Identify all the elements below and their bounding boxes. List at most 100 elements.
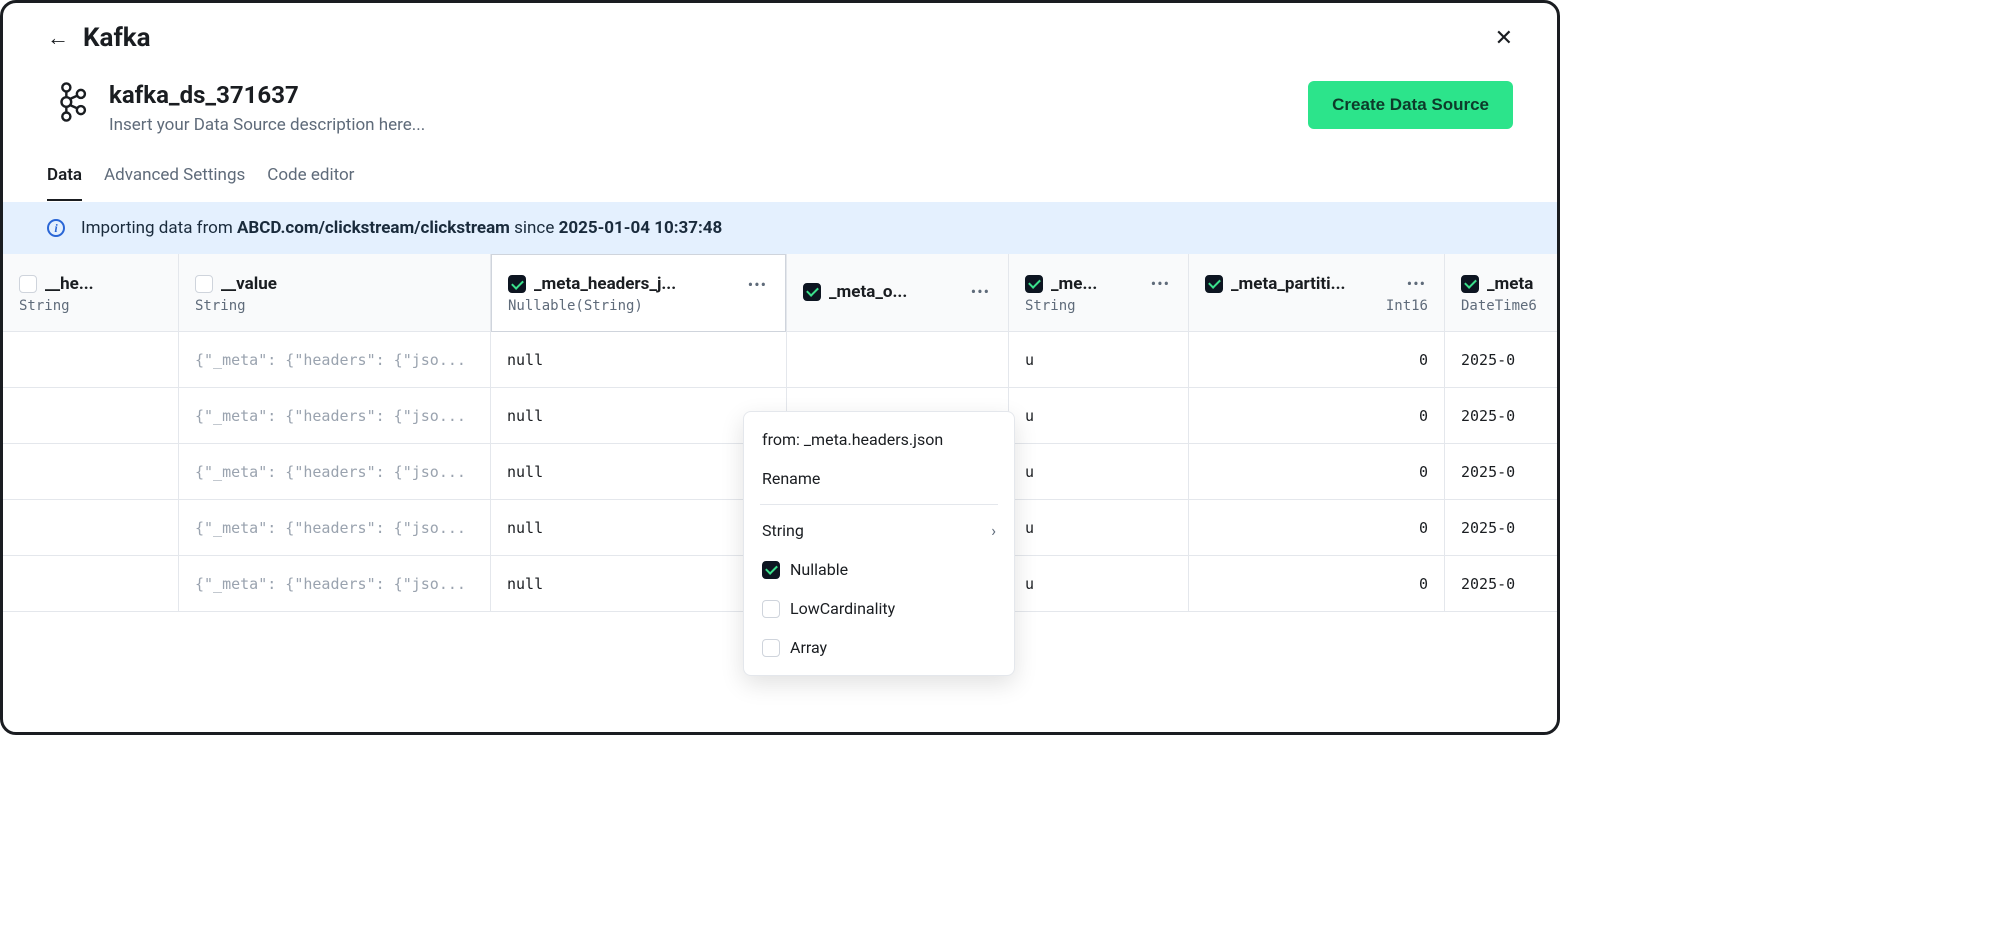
table-cell: 0 bbox=[1189, 388, 1444, 444]
column-header[interactable]: _meta_o... ••• bbox=[787, 254, 1008, 332]
table-cell bbox=[3, 444, 178, 500]
menu-lowcardinality-label: LowCardinality bbox=[790, 599, 895, 618]
column-name: __value bbox=[221, 274, 277, 294]
table-cell: null bbox=[491, 444, 786, 500]
column-header[interactable]: _me... ••• String bbox=[1009, 254, 1188, 332]
table-cell: 2025-0 bbox=[1445, 444, 1557, 500]
topbar: ← Kafka ✕ bbox=[3, 3, 1557, 53]
table-cell: 0 bbox=[1189, 556, 1444, 612]
menu-checkbox-nullable[interactable] bbox=[762, 561, 780, 579]
column-name: _me... bbox=[1051, 274, 1097, 294]
table-cell: null bbox=[491, 500, 786, 556]
table-cell: u bbox=[1009, 332, 1188, 388]
menu-array[interactable]: Array bbox=[744, 628, 1014, 667]
table-cell: {"_meta": {"headers": {"jso... bbox=[179, 388, 490, 444]
column-header[interactable]: _meta DateTime6 bbox=[1445, 254, 1557, 332]
menu-array-label: Array bbox=[790, 638, 827, 657]
menu-rename[interactable]: Rename bbox=[744, 459, 1014, 498]
column-1: __value String {"_meta": {"headers": {"j… bbox=[179, 254, 491, 612]
table-cell: null bbox=[491, 388, 786, 444]
column-6: _meta DateTime6 2025-0 2025-0 2025-0 202… bbox=[1445, 254, 1557, 612]
column-type: String bbox=[19, 298, 162, 314]
app-frame: ← Kafka ✕ kafka_ds_371637 bbox=[0, 0, 1560, 735]
column-menu-icon[interactable]: ••• bbox=[969, 282, 992, 301]
banner-since: 2025-01-04 10:37:48 bbox=[559, 218, 723, 238]
import-banner: i Importing data from ABCD.com/clickstre… bbox=[3, 202, 1557, 254]
menu-lowcardinality[interactable]: LowCardinality bbox=[744, 589, 1014, 628]
table-cell bbox=[3, 332, 178, 388]
table-cell: null bbox=[491, 556, 786, 612]
tab-data[interactable]: Data bbox=[47, 165, 82, 201]
table-cell: u bbox=[1009, 444, 1188, 500]
column-4: _me... ••• String u u u u u bbox=[1009, 254, 1189, 612]
ds-name: kafka_ds_371637 bbox=[109, 81, 425, 109]
column-type: String bbox=[1025, 298, 1172, 314]
back-arrow-icon[interactable]: ← bbox=[47, 25, 69, 51]
column-context-menu: from: _meta.headers.json Rename String ›… bbox=[743, 411, 1015, 676]
column-checkbox[interactable] bbox=[195, 275, 213, 293]
table-cell bbox=[3, 556, 178, 612]
table-cell bbox=[3, 500, 178, 556]
column-checkbox[interactable] bbox=[803, 283, 821, 301]
table-cell: 0 bbox=[1189, 332, 1444, 388]
table-cell: u bbox=[1009, 388, 1188, 444]
info-icon: i bbox=[47, 219, 65, 237]
tab-advanced-settings[interactable]: Advanced Settings bbox=[104, 165, 245, 201]
column-type: String bbox=[195, 298, 474, 314]
table-cell: null bbox=[491, 332, 786, 388]
table-cell: 2025-0 bbox=[1445, 500, 1557, 556]
table-cell: 0 bbox=[1189, 444, 1444, 500]
column-checkbox[interactable] bbox=[19, 275, 37, 293]
menu-checkbox-lowcardinality[interactable] bbox=[762, 600, 780, 618]
column-header[interactable]: __value String bbox=[179, 254, 490, 332]
table-cell: {"_meta": {"headers": {"jso... bbox=[179, 500, 490, 556]
header-row: kafka_ds_371637 Insert your Data Source … bbox=[3, 53, 1557, 135]
table-cell: {"_meta": {"headers": {"jso... bbox=[179, 332, 490, 388]
menu-checkbox-array[interactable] bbox=[762, 639, 780, 657]
header-left: kafka_ds_371637 Insert your Data Source … bbox=[55, 81, 425, 135]
ds-title-block: kafka_ds_371637 Insert your Data Source … bbox=[109, 81, 425, 135]
topbar-left: ← Kafka bbox=[47, 23, 151, 53]
column-checkbox[interactable] bbox=[1025, 275, 1043, 293]
chevron-right-icon: › bbox=[991, 521, 996, 540]
column-type: DateTime6 bbox=[1461, 298, 1548, 314]
tab-code-editor[interactable]: Code editor bbox=[267, 165, 354, 201]
table-cell: 2025-0 bbox=[1445, 556, 1557, 612]
table-cell: {"_meta": {"headers": {"jso... bbox=[179, 444, 490, 500]
page-title: Kafka bbox=[83, 23, 151, 53]
create-data-source-button[interactable]: Create Data Source bbox=[1308, 81, 1513, 129]
menu-nullable[interactable]: Nullable bbox=[744, 550, 1014, 589]
column-checkbox[interactable] bbox=[1461, 275, 1479, 293]
column-menu-icon[interactable]: ••• bbox=[1149, 274, 1172, 293]
column-checkbox[interactable] bbox=[508, 275, 526, 293]
table-cell: u bbox=[1009, 500, 1188, 556]
kafka-logo-icon bbox=[55, 81, 89, 123]
column-menu-icon[interactable]: ••• bbox=[746, 275, 769, 294]
column-0: __he... String bbox=[3, 254, 179, 612]
table-cell: 2025-0 bbox=[1445, 388, 1557, 444]
menu-type-string[interactable]: String › bbox=[744, 511, 1014, 550]
table-cell: 0 bbox=[1189, 500, 1444, 556]
column-type: Nullable(String) bbox=[508, 298, 769, 314]
table-cell: 2025-0 bbox=[1445, 332, 1557, 388]
banner-source: ABCD.com/clickstream/clickstream bbox=[237, 218, 510, 238]
table-cell: {"_meta": {"headers": {"jso... bbox=[179, 556, 490, 612]
column-menu-icon[interactable]: ••• bbox=[1405, 274, 1428, 293]
table-cell: u bbox=[1009, 556, 1188, 612]
column-name: __he... bbox=[45, 274, 94, 294]
column-checkbox[interactable] bbox=[1205, 275, 1223, 293]
menu-type-label: String bbox=[762, 521, 804, 540]
ds-description[interactable]: Insert your Data Source description here… bbox=[109, 115, 425, 135]
column-type: Int16 bbox=[1205, 298, 1428, 314]
menu-from-label: from: _meta.headers.json bbox=[744, 420, 1014, 459]
table-cell bbox=[787, 332, 1008, 388]
column-header[interactable]: _meta_headers_j... ••• Nullable(String) bbox=[491, 254, 786, 332]
column-name: _meta_o... bbox=[829, 282, 907, 302]
column-header[interactable]: __he... String bbox=[3, 254, 178, 332]
menu-separator bbox=[760, 504, 998, 505]
close-icon[interactable]: ✕ bbox=[1495, 26, 1513, 51]
table-cell bbox=[3, 388, 178, 444]
column-name: _meta bbox=[1487, 274, 1533, 294]
column-header[interactable]: _meta_partiti... ••• Int16 bbox=[1189, 254, 1444, 332]
menu-nullable-label: Nullable bbox=[790, 560, 848, 579]
